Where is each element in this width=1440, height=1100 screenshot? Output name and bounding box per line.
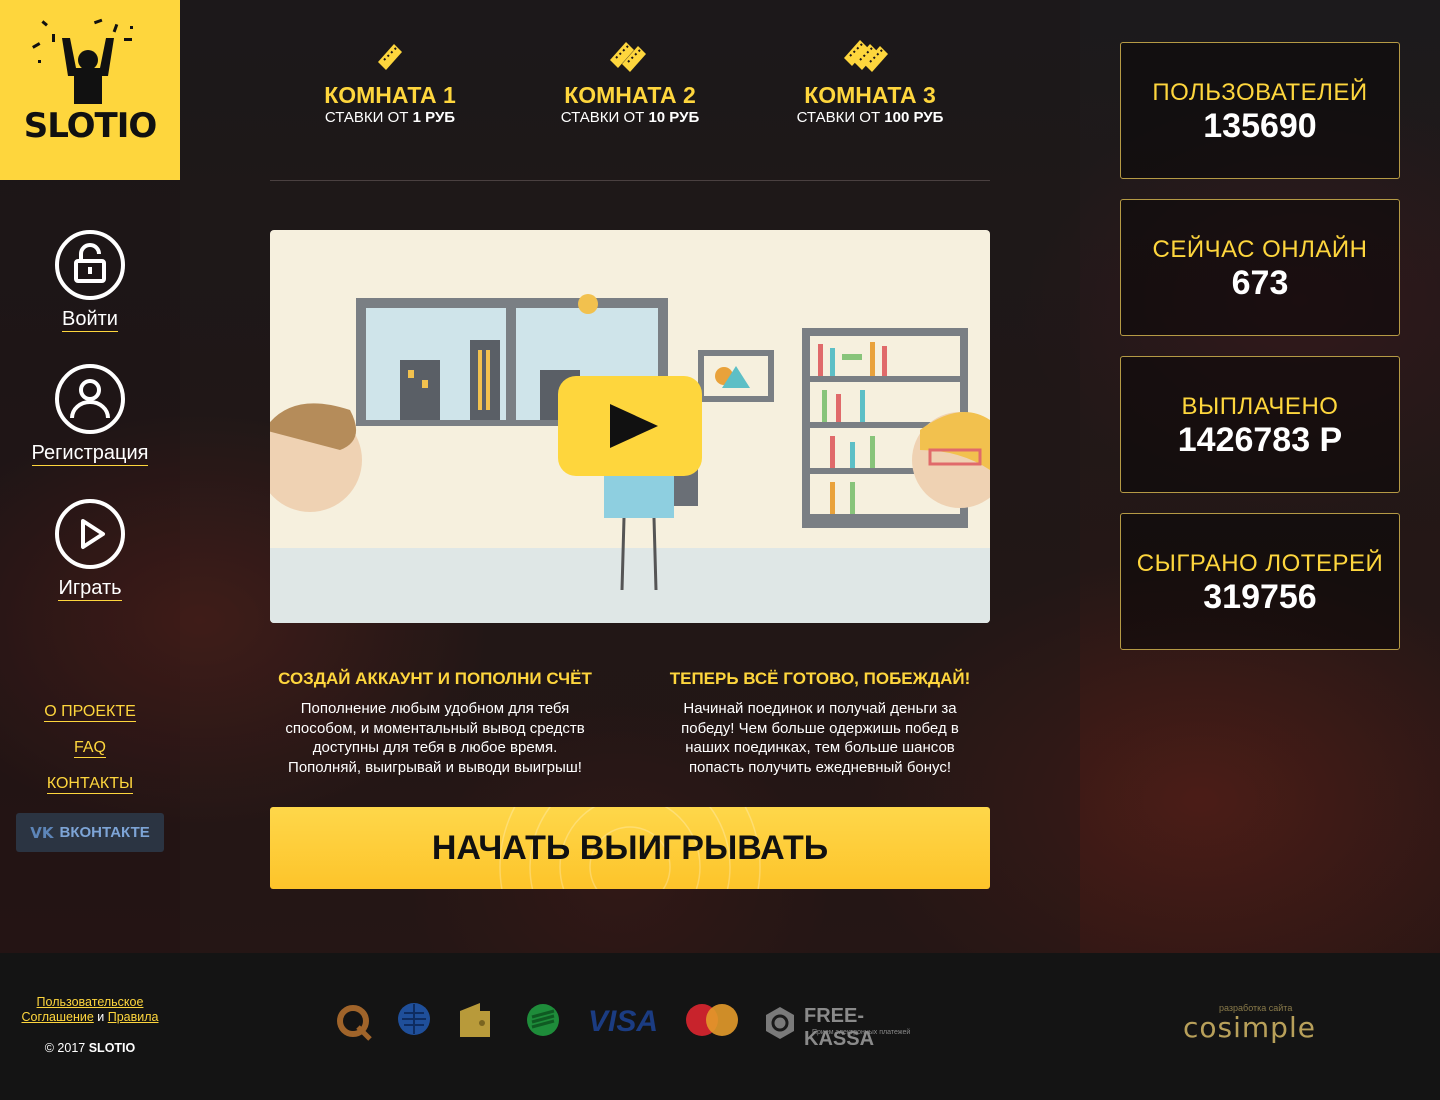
room-bet: СТАВКИ ОТ 100 РУБ [796,109,944,126]
svg-text:VISA: VISA [588,1005,658,1037]
start-winning-button[interactable]: НАЧАТЬ ВЫИГРЫВАТЬ [270,807,990,889]
contacts-label: КОНТАКТЫ [46,775,134,794]
contacts-link[interactable]: КОНТАКТЫ [0,775,180,794]
stats-panel: ПОЛЬЗОВАТЕЛЕЙ 135690 СЕЙЧАС ОНЛАЙН 673 В… [1080,0,1440,953]
play-icon [55,499,125,569]
about-label: О ПРОЕКТЕ [44,703,136,722]
vk-icon: VK [30,823,54,842]
free-kassa-icon: FREE-KASSA Прием электронных платежей [762,1003,932,1050]
winner-figure-icon [32,18,133,104]
tickets-double-icon [610,42,646,72]
register-link[interactable]: Регистрация [0,364,180,466]
stat-label: ВЫПЛАЧЕНО [1181,393,1339,420]
room-2[interactable]: КОМНАТА 2 СТАВКИ ОТ 10 РУБ [510,38,750,128]
vk-label: ВКОНТАКТЕ [59,824,150,841]
step-text: Пополнение любым удобном для тебя способ… [285,700,585,776]
divider [270,180,990,181]
stat-label: СЫГРАНО ЛОТЕРЕЙ [1136,550,1384,577]
user-agreement-link-2[interactable]: Соглашение [21,1010,93,1024]
qiwi-icon [337,1005,372,1041]
play-link[interactable]: Играть [0,499,180,601]
user-agreement-link[interactable]: Пользовательское [37,995,144,1009]
room-3[interactable]: КОМНАТА 3 СТАВКИ ОТ 100 РУБ [750,38,990,128]
sidebar: SLOTIO Войти Регистрация Играть О ПРОЕКТ… [0,0,180,953]
register-label: Регистрация [31,442,149,466]
stat-online: СЕЙЧАС ОНЛАЙН 673 [1120,199,1400,336]
logo-text: SLOTIO [23,106,158,146]
step-title: СОЗДАЙ АККАУНТ И ПОПОЛНИ СЧЁТ [278,669,592,688]
room-bet: СТАВКИ ОТ 1 РУБ [324,109,456,126]
video-player[interactable] [270,230,990,623]
logo[interactable]: SLOTIO [0,0,180,180]
step-title: ТЕПЕРЬ ВСЁ ГОТОВО, ПОБЕЖДАЙ! [669,669,971,688]
tickets-triple-icon [844,40,888,72]
about-link[interactable]: О ПРОЕКТЕ [0,703,180,722]
footer-links: Пользовательское Соглашение и Правила [0,995,180,1025]
visa-icon: VISA [588,1005,658,1037]
faq-link[interactable]: FAQ [0,739,180,758]
user-icon [55,364,125,434]
stat-users: ПОЛЬЗОВАТЕЛЕЙ 135690 [1120,42,1400,179]
lock-icon [55,230,125,300]
stat-lotteries: СЫГРАНО ЛОТЕРЕЙ 319756 [1120,513,1400,650]
room-title: КОМНАТА 2 [564,82,696,108]
free-kassa-tagline: Прием электронных платежей [812,1029,911,1036]
stat-label: СЕЙЧАС ОНЛАЙН [1152,236,1368,263]
start-winning-label: НАЧАТЬ ВЫИГРЫВАТЬ [431,829,829,867]
vk-button[interactable]: VK ВКОНТАКТЕ [16,813,164,852]
and-text: и [93,1010,108,1024]
room-title: КОМНАТА 3 [804,82,936,108]
yandex-money-icon [460,1003,490,1037]
main-content: КОМНАТА 1 СТАВКИ ОТ 1 РУБ КОМНАТА 2 СТАВ… [180,0,1080,953]
sberbank-icon [527,1004,559,1036]
stat-value: 135690 [1203,107,1317,145]
faq-label: FAQ [73,739,106,758]
webmoney-icon [398,1003,430,1035]
stat-paid: ВЫПЛАЧЕНО 1426783 Р [1120,356,1400,493]
ticket-icon [378,44,402,70]
step-1: СОЗДАЙ АККАУНТ И ПОПОЛНИ СЧЁТ Пополнение… [265,668,605,777]
developer-logo: cosimple [1183,1011,1316,1044]
stat-value: 1426783 Р [1177,421,1343,459]
step-text: Начинай поединок и получай деньги за поб… [681,700,959,776]
login-label: Войти [62,308,118,332]
mastercard-icon [686,1004,738,1036]
step-2: ТЕПЕРЬ ВСЁ ГОТОВО, ПОБЕЖДАЙ! Начинай пое… [650,668,990,777]
login-link[interactable]: Войти [0,230,180,332]
stat-value: 673 [1231,264,1289,302]
room-bet: СТАВКИ ОТ 10 РУБ [560,109,700,126]
copyright: © 2017 SLOTIO [44,1041,136,1055]
play-video-button[interactable] [558,376,702,476]
play-label: Играть [58,577,122,601]
rules-link[interactable]: Правила [108,1010,159,1024]
room-1[interactable]: КОМНАТА 1 СТАВКИ ОТ 1 РУБ [270,38,510,128]
play-triangle-icon [610,404,658,448]
footer: Пользовательское Соглашение и Правила © … [0,953,1440,1100]
stat-value: 319756 [1203,578,1317,616]
developer-credit[interactable]: разработка сайта cosimple [1183,1003,1343,1044]
stat-label: ПОЛЬЗОВАТЕЛЕЙ [1152,79,1368,106]
room-title: КОМНАТА 1 [324,82,456,108]
free-kassa-name: FREE-KASSA [804,1005,875,1050]
